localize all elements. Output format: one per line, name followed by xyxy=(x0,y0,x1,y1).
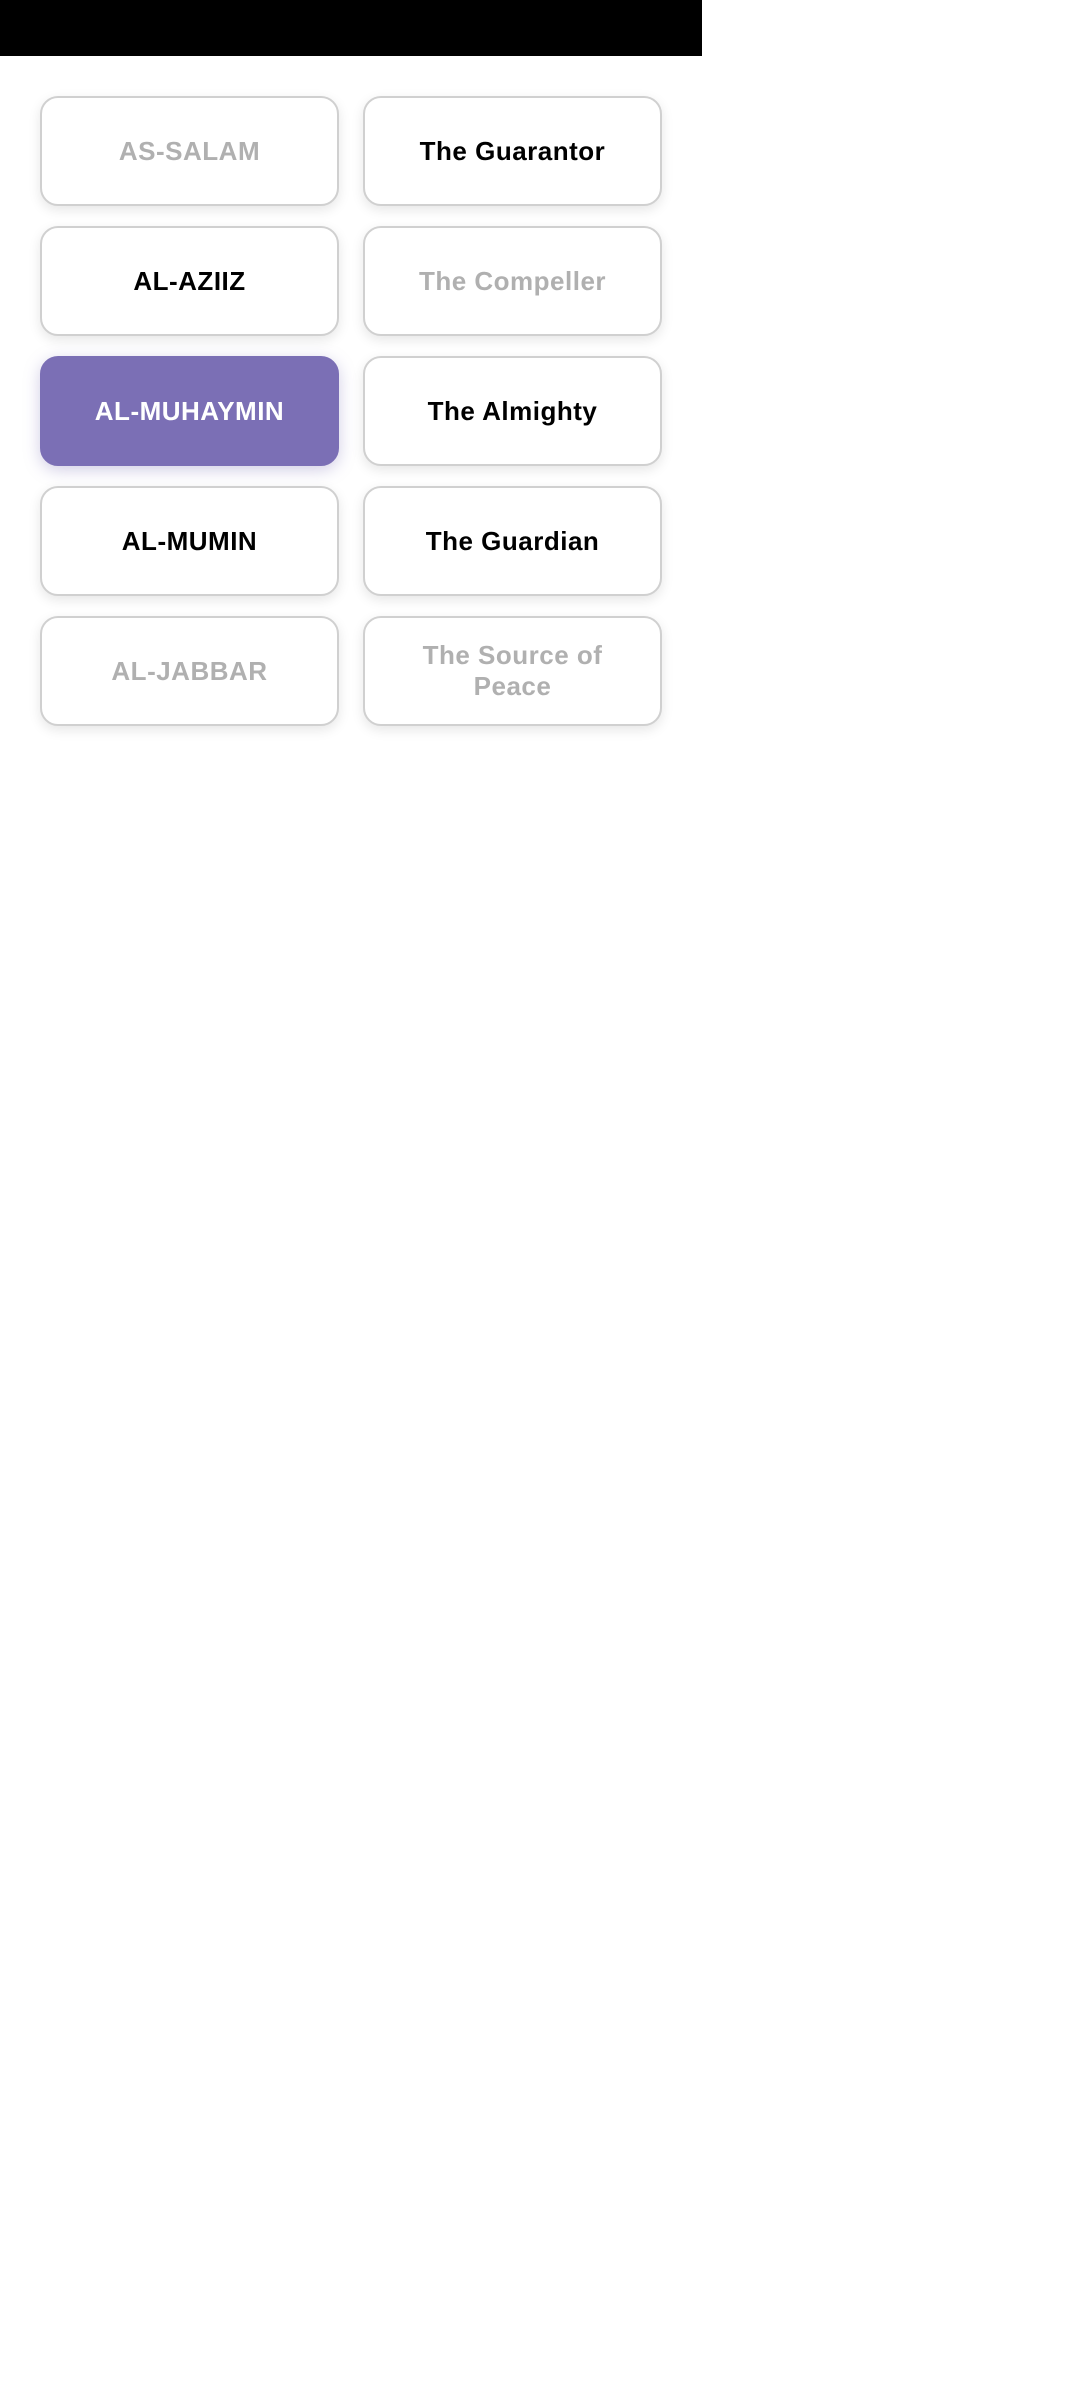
card-the-guarantor[interactable]: The Guarantor xyxy=(363,96,662,206)
card-the-source-of-peace[interactable]: The Source of Peace xyxy=(363,616,662,726)
card-label-al-jabbar: AL-JABBAR xyxy=(111,656,267,687)
card-label-the-guarantor: The Guarantor xyxy=(420,136,606,167)
card-label-the-guardian: The Guardian xyxy=(426,526,600,557)
card-label-al-muhaymin: AL-MUHAYMIN xyxy=(95,396,284,427)
card-al-jabbar[interactable]: AL-JABBAR xyxy=(40,616,339,726)
card-label-the-source-of-peace: The Source of Peace xyxy=(381,640,644,702)
card-label-the-almighty: The Almighty xyxy=(428,396,598,427)
card-al-muhaymin[interactable]: AL-MUHAYMIN xyxy=(40,356,339,466)
card-the-guardian[interactable]: The Guardian xyxy=(363,486,662,596)
card-label-al-mumin: AL-MUMIN xyxy=(122,526,257,557)
card-al-aziiz[interactable]: AL-AZIIZ xyxy=(40,226,339,336)
card-al-mumin[interactable]: AL-MUMIN xyxy=(40,486,339,596)
pair-row: AL-MUMIN The Guardian xyxy=(40,486,662,596)
card-the-almighty[interactable]: The Almighty xyxy=(363,356,662,466)
pair-row: AS-SALAM The Guarantor xyxy=(40,96,662,206)
game-area: AS-SALAM The Guarantor AL-AZIIZ The Compell… xyxy=(0,56,702,766)
pair-row: AL-AZIIZ The Compeller xyxy=(40,226,662,336)
card-the-compeller[interactable]: The Compeller xyxy=(363,226,662,336)
card-label-al-aziiz: AL-AZIIZ xyxy=(133,266,245,297)
header xyxy=(0,0,702,56)
card-label-as-salam: AS-SALAM xyxy=(119,136,260,167)
card-as-salam[interactable]: AS-SALAM xyxy=(40,96,339,206)
pair-row: AL-JABBAR The Source of Peace xyxy=(40,616,662,726)
card-label-the-compeller: The Compeller xyxy=(419,266,606,297)
pair-row: AL-MUHAYMIN The Almighty xyxy=(40,356,662,466)
